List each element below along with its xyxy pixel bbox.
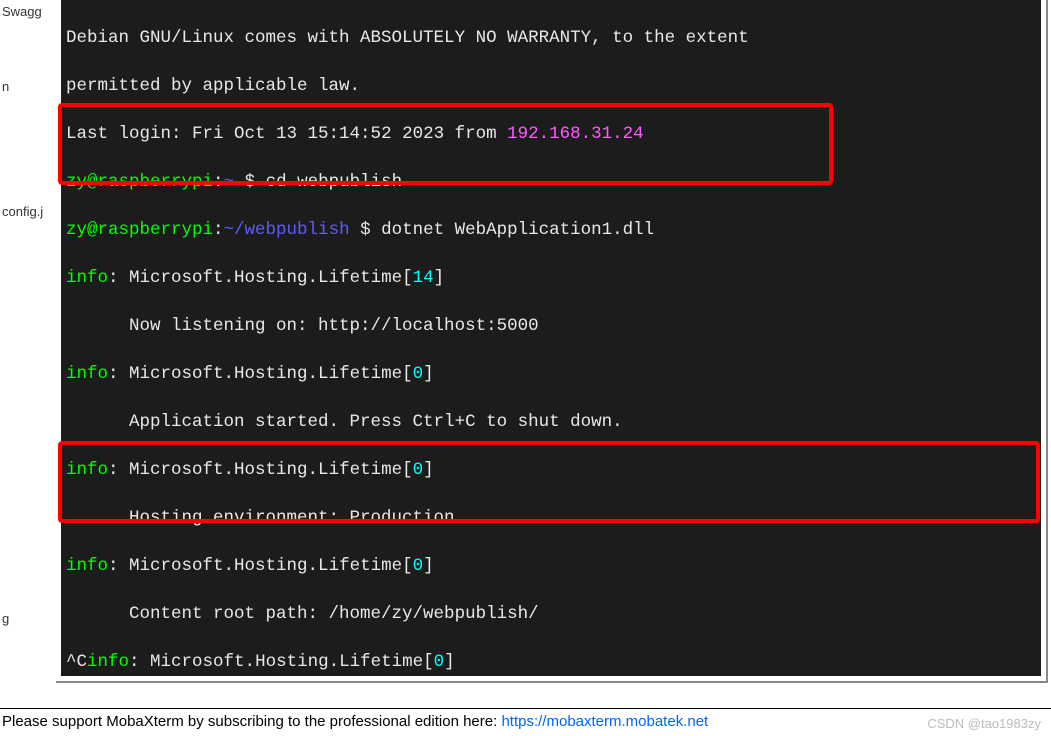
terminal-wrapper: Debian GNU/Linux comes with ABSOLUTELY N… — [56, 0, 1048, 683]
prompt-dollar: $ — [234, 172, 266, 192]
watermark: CSDN @tao1983zy — [927, 716, 1041, 731]
last-login-label: Last login: — [66, 124, 182, 144]
footer-link[interactable]: https://mobaxterm.mobatek.net — [501, 713, 708, 730]
log-source: Microsoft.Hosting.Lifetime[ — [129, 364, 413, 384]
last-login-date: Fri Oct 13 15:14:52 2023 from — [182, 124, 508, 144]
log-message: Application started. Press Ctrl+C to shu… — [66, 412, 623, 432]
footer: Please support MobaXterm by subscribing … — [0, 708, 1051, 736]
log-message: Content root path: /home/zy/webpublish/ — [66, 604, 539, 624]
log-source: Microsoft.Hosting.Lifetime[ — [129, 268, 413, 288]
colon: : — [108, 268, 129, 288]
log-num: 14 — [413, 268, 434, 288]
warranty-text: permitted by applicable law. — [66, 76, 360, 96]
sidebar: Swagg n config.j g — [0, 0, 56, 680]
prompt-path: ~ — [224, 172, 235, 192]
info-label: info — [66, 556, 108, 576]
info-label: info — [66, 460, 108, 480]
bracket: ] — [423, 556, 434, 576]
prompt-colon: : — [213, 220, 224, 240]
log-message: Hosting environment: Production — [66, 508, 455, 528]
prompt-user: zy@raspberrypi — [66, 172, 213, 192]
prompt-colon: : — [213, 172, 224, 192]
footer-text: Please support MobaXterm by subscribing … — [2, 713, 501, 730]
log-source: Microsoft.Hosting.Lifetime[ — [150, 652, 434, 672]
log-num: 0 — [413, 460, 424, 480]
sidebar-item: config.j — [0, 200, 56, 223]
terminal[interactable]: Debian GNU/Linux comes with ABSOLUTELY N… — [61, 0, 1041, 676]
colon: : — [129, 652, 150, 672]
command: dotnet WebApplication1.dll — [381, 220, 654, 240]
log-num: 0 — [434, 652, 445, 672]
command: cd webpublish — [266, 172, 403, 192]
bracket: ] — [444, 652, 455, 672]
log-num: 0 — [413, 364, 424, 384]
ctrl-c: ^C — [66, 652, 87, 672]
info-label: info — [66, 268, 108, 288]
bracket: ] — [423, 364, 434, 384]
log-source: Microsoft.Hosting.Lifetime[ — [129, 460, 413, 480]
bracket: ] — [423, 460, 434, 480]
log-source: Microsoft.Hosting.Lifetime[ — [129, 556, 413, 576]
prompt-user: zy@raspberrypi — [66, 220, 213, 240]
sidebar-item: g — [0, 607, 56, 630]
prompt-dollar: $ — [350, 220, 382, 240]
sidebar-item: Swagg — [0, 0, 56, 23]
log-message: Now listening on: http://localhost:5000 — [66, 316, 539, 336]
warranty-text: Debian GNU/Linux comes with ABSOLUTELY N… — [66, 28, 749, 48]
colon: : — [108, 460, 129, 480]
colon: : — [108, 556, 129, 576]
colon: : — [108, 364, 129, 384]
log-num: 0 — [413, 556, 424, 576]
bracket: ] — [434, 268, 445, 288]
prompt-path: ~/webpublish — [224, 220, 350, 240]
info-label: info — [66, 364, 108, 384]
info-label: info — [87, 652, 129, 672]
last-login-ip: 192.168.31.24 — [507, 124, 644, 144]
sidebar-item: n — [0, 75, 56, 98]
